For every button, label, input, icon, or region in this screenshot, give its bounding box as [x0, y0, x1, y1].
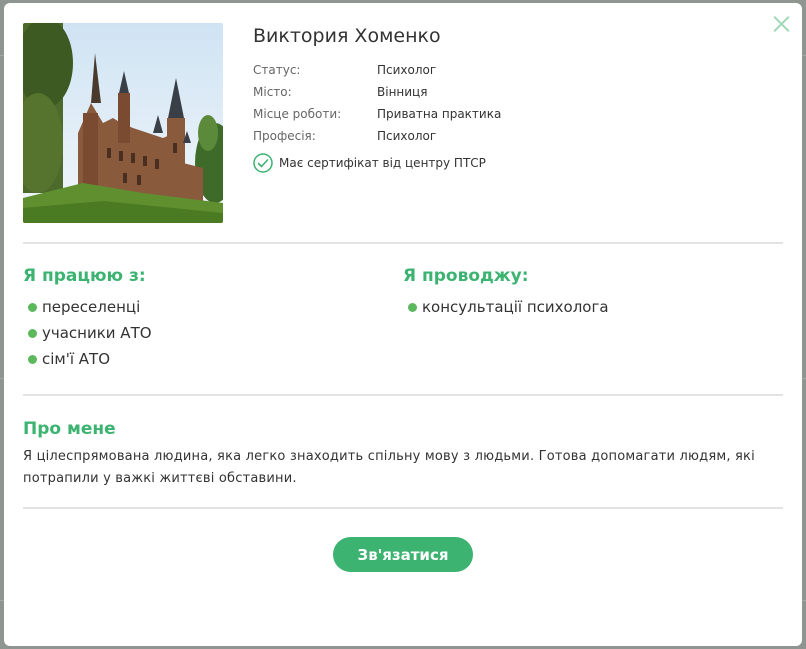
divider — [23, 394, 783, 396]
profile-info: Статус: Психолог Місто: Вінниця Місце ро… — [253, 63, 501, 151]
info-row-workplace: Місце роботи: Приватна практика — [253, 107, 501, 129]
list-item-label: сім'ї АТО — [42, 350, 111, 368]
list-item-label: консультації психолога — [422, 298, 609, 316]
bullet-icon — [28, 328, 37, 338]
divider — [23, 242, 783, 244]
profile-name: Виктория Хоменко — [253, 25, 441, 47]
list-item-label: учасники АТО — [42, 324, 152, 342]
list-item: переселенці — [23, 294, 152, 320]
info-row-city: Місто: Вінниця — [253, 85, 501, 107]
conducts-list: консультації психолога — [403, 294, 609, 320]
bullet-icon — [408, 302, 417, 312]
works-with-list: переселенці учасники АТО сім'ї АТО — [23, 294, 152, 372]
certificate-text: Має сертифікат від центру ПТСР — [279, 156, 486, 170]
profile-modal: Виктория Хоменко Статус: Психолог Місто:… — [4, 3, 802, 646]
info-value: Приватна практика — [377, 107, 502, 121]
divider — [23, 507, 783, 509]
info-label: Статус: — [253, 63, 301, 77]
info-value: Психолог — [377, 129, 437, 143]
check-circle-icon — [253, 153, 273, 173]
about-title: Про мене — [23, 419, 116, 439]
info-value: Вінниця — [377, 85, 428, 99]
info-row-profession: Професія: Психолог — [253, 129, 501, 151]
list-item: консультації психолога — [403, 294, 609, 320]
close-icon[interactable] — [770, 13, 792, 35]
list-item: учасники АТО — [23, 320, 152, 346]
list-item-label: переселенці — [42, 298, 141, 316]
bullet-icon — [28, 302, 37, 312]
list-item: сім'ї АТО — [23, 346, 152, 372]
info-label: Професія: — [253, 129, 316, 143]
info-value: Психолог — [377, 63, 437, 77]
certificate-badge: Має сертифікат від центру ПТСР — [253, 153, 486, 173]
info-label: Місце роботи: — [253, 107, 342, 121]
profile-photo — [23, 23, 223, 223]
bullet-icon — [28, 354, 37, 364]
works-with-title: Я працюю з: — [23, 266, 146, 286]
info-label: Місто: — [253, 85, 292, 99]
contact-button[interactable]: Зв'язатися — [333, 537, 473, 572]
conducts-title: Я проводжу: — [403, 266, 529, 286]
about-text: Я цілеспрямована людина, яка легко знахо… — [23, 449, 755, 486]
info-row-status: Статус: Психолог — [253, 63, 501, 85]
